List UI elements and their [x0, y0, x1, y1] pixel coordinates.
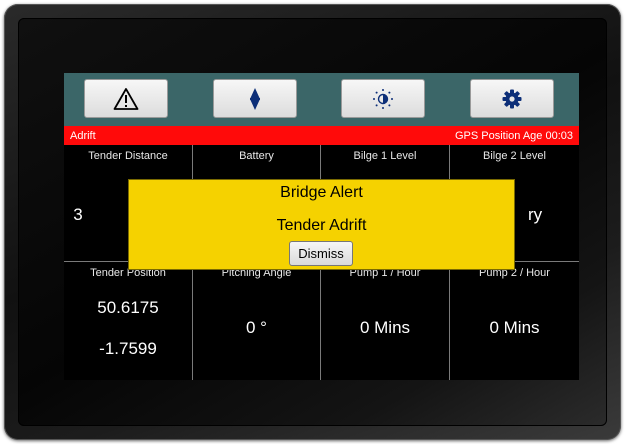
tender-latitude: 50.6175 — [97, 298, 159, 317]
bridge-alert-dialog: Bridge Alert Tender Adrift Dismiss — [128, 179, 515, 270]
pump-2-hour-tile: Pump 2 / Hour 0 Mins — [450, 262, 579, 380]
brightness-button[interactable] — [341, 79, 425, 118]
bilge-2-level-label: Bilge 2 Level — [483, 150, 546, 162]
alarm-status-text: Adrift — [70, 129, 96, 142]
bilge-1-level-label: Bilge 1 Level — [353, 150, 417, 162]
status-bar: Adrift GPS Position Age 00:03 — [64, 126, 579, 145]
battery-label: Battery — [239, 150, 274, 162]
gear-icon — [501, 88, 523, 110]
tender-distance-label: Tender Distance — [88, 150, 168, 162]
toolbar — [64, 73, 579, 126]
pump-1-hour-value: 0 Mins — [359, 318, 411, 337]
alert-title: Bridge Alert — [280, 184, 363, 201]
navigation-button[interactable] — [213, 79, 297, 118]
tender-position-tile: Tender Position 50.6175 -1.7599 — [64, 262, 193, 380]
dismiss-button[interactable]: Dismiss — [289, 241, 353, 266]
settings-button[interactable] — [470, 79, 554, 118]
pitching-angle-value: 0 ° — [246, 318, 267, 337]
warning-icon — [113, 87, 139, 111]
bilge-2-level-value: ry — [528, 205, 543, 224]
alerts-button[interactable] — [84, 79, 168, 118]
pump-2-hour-value: 0 Mins — [489, 318, 540, 337]
tender-longitude: -1.7599 — [99, 339, 157, 358]
pump-1-hour-tile: Pump 1 / Hour 0 Mins — [321, 262, 450, 380]
pitching-angle-tile: Pitching Angle 0 ° — [193, 262, 321, 380]
alert-message: Tender Adrift — [276, 217, 367, 234]
compass-needle-icon — [248, 87, 262, 111]
gps-position-age: GPS Position Age 00:03 — [454, 129, 573, 142]
brightness-icon — [372, 88, 394, 110]
